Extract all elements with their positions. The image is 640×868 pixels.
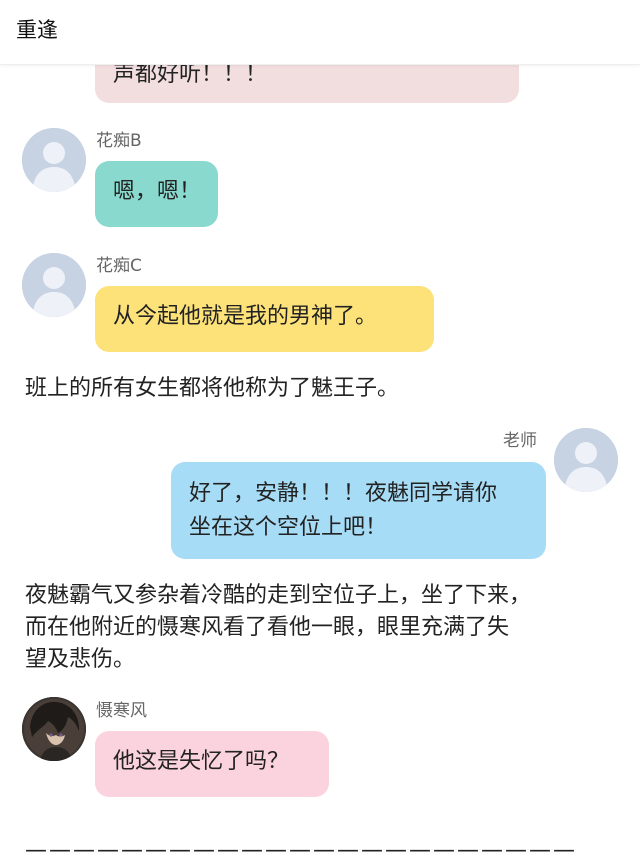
chat-header: 重逢 [0, 0, 640, 65]
sender-name: 老师 [503, 431, 537, 451]
chat-bubble: 从今起他就是我的男神了。 [95, 286, 434, 352]
narration-line: 夜魅霸气又参杂着冷酷的走到空位子上，坐了下来， [25, 583, 532, 608]
sender-name: 花痴B [96, 131, 142, 151]
character-avatar-icon [22, 697, 86, 761]
chat-bubble: 好了，安静！！！夜魅同学请你 坐在这个空位上吧！ [171, 462, 546, 559]
sender-name: 花痴C [96, 256, 142, 276]
narration-line: 而在他附近的慑寒风看了看他一眼，眼里充满了失 [25, 615, 510, 640]
message-text: 从今起他就是我的男神了。 [113, 304, 378, 329]
avatar-character[interactable] [22, 697, 86, 761]
chat-bubble: 嗯，嗯！ [95, 161, 218, 227]
person-icon [22, 253, 86, 317]
chat-title: 重逢 [16, 18, 58, 42]
message-line: 好了，安静！！！夜魅同学请你 [189, 481, 498, 506]
message-text: 声都好听！！！ [113, 62, 268, 87]
person-icon [554, 428, 618, 492]
chat-bubble: 他这是失忆了吗？ [95, 731, 329, 797]
narration-text: 夜魅霸气又参杂着冷酷的走到空位子上，坐了下来， 而在他附近的慑寒风看了看他一眼，… [25, 580, 531, 676]
avatar-default[interactable] [22, 128, 86, 192]
sender-name: 慑寒风 [96, 701, 147, 721]
narration-text: 班上的所有女生都将他称为了魅王子。 [25, 373, 399, 405]
narration-line: 班上的所有女生都将他称为了魅王子。 [25, 376, 400, 401]
person-icon [22, 128, 86, 192]
message-text: 他这是失忆了吗？ [113, 749, 290, 774]
divider-dashes: ——————————————————————— [25, 838, 577, 863]
avatar-default[interactable] [554, 428, 618, 492]
avatar-default[interactable] [22, 253, 86, 317]
narration-line: 望及悲伤。 [25, 647, 136, 672]
message-line: 坐在这个空位上吧！ [189, 515, 388, 540]
message-text: 嗯，嗯！ [113, 179, 202, 204]
